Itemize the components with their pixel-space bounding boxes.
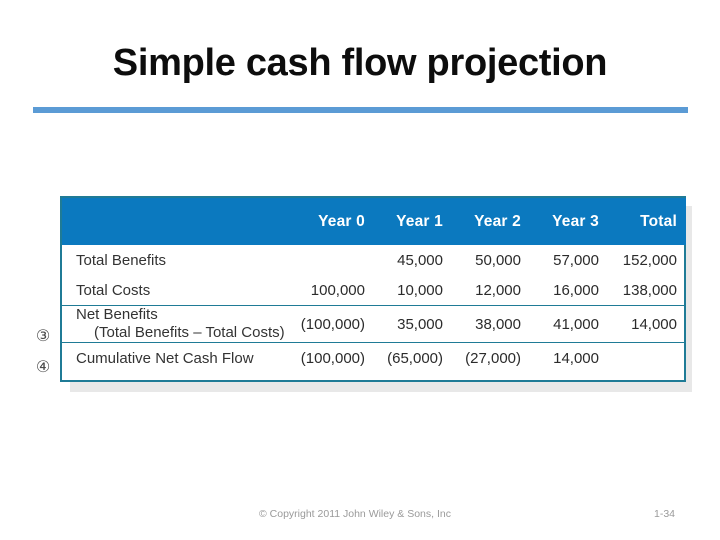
cash-flow-figure: Year 0 Year 1 Year 2 Year 3 Total Total … (60, 196, 692, 392)
row-label-total-benefits: Total Benefits (76, 251, 167, 269)
cell-net-benefits-year-1: 35,000 (374, 305, 452, 343)
cell-total-costs-year-1: 10,000 (397, 281, 443, 299)
row-label-net-benefits-main: Net Benefits (76, 306, 158, 323)
cell-total-benefits-year-3: 57,000 (553, 251, 599, 269)
cash-flow-table-container: Year 0 Year 1 Year 2 Year 3 Total Total … (60, 196, 686, 382)
cell-total-costs-total: 138,000 (622, 281, 677, 299)
cell-total-benefits-year-2: 50,000 (475, 251, 521, 269)
table-header-row: Year 0 Year 1 Year 2 Year 3 Total (62, 198, 686, 245)
row-label-net-benefits: Net Benefits (Total Benefits – Total Cos… (62, 305, 296, 343)
cell-total-benefits-total: 152,000 (622, 251, 677, 269)
column-header-total: Total (608, 198, 686, 245)
cell-total-benefits-year-1: 45,000 (397, 251, 443, 269)
cell-cumulative-year-0: (100,000) (296, 342, 374, 373)
row-label-total-costs: Total Costs (76, 281, 151, 299)
table-row: Net Benefits (Total Benefits – Total Cos… (62, 305, 686, 343)
footer-page-number: 1-34 (654, 508, 676, 520)
cell-cumulative-year-3: 14,000 (530, 342, 608, 373)
row-label-cumulative-net-cash-flow: Cumulative Net Cash Flow (62, 342, 296, 373)
table-row: Cumulative Net Cash Flow (100,000) (65,0… (62, 342, 686, 373)
cell-cumulative-total (608, 342, 686, 373)
column-header-year-2: Year 2 (452, 198, 530, 245)
row-marker-4: ④ (35, 357, 51, 376)
table-header: Year 0 Year 1 Year 2 Year 3 Total (62, 198, 686, 245)
cell-net-benefits-total: 14,000 (608, 305, 686, 343)
cell-cumulative-year-1: (65,000) (374, 342, 452, 373)
column-header-year-1: Year 1 (374, 198, 452, 245)
cell-total-costs-year-3: 16,000 (553, 281, 599, 299)
title-divider-rule (33, 107, 688, 113)
cell-total-costs-year-2: 12,000 (475, 281, 521, 299)
cell-net-benefits-year-0: (100,000) (296, 305, 374, 343)
column-header-label (62, 198, 296, 245)
column-header-year-3: Year 3 (530, 198, 608, 245)
table-row: Total Benefits 45,000 50,000 57,000 152,… (62, 245, 686, 275)
cash-flow-table: Year 0 Year 1 Year 2 Year 3 Total Total … (62, 198, 686, 373)
page-title: Simple cash flow projection (112, 42, 608, 84)
column-header-year-0: Year 0 (296, 198, 374, 245)
cell-total-costs-year-0: 100,000 (310, 281, 365, 299)
cell-total-benefits-year-0 (296, 245, 374, 275)
cell-net-benefits-year-2: 38,000 (452, 305, 530, 343)
table-body: Total Benefits 45,000 50,000 57,000 152,… (62, 245, 686, 373)
table-row: Total Costs 100,000 10,000 12,000 16,000… (62, 275, 686, 306)
row-label-net-benefits-formula: (Total Benefits – Total Costs) (94, 324, 285, 341)
cell-cumulative-year-2: (27,000) (452, 342, 530, 373)
cell-net-benefits-year-3: 41,000 (530, 305, 608, 343)
footer-copyright: © Copyright 2011 John Wiley & Sons, Inc (259, 508, 451, 520)
row-marker-3: ③ (35, 326, 51, 345)
